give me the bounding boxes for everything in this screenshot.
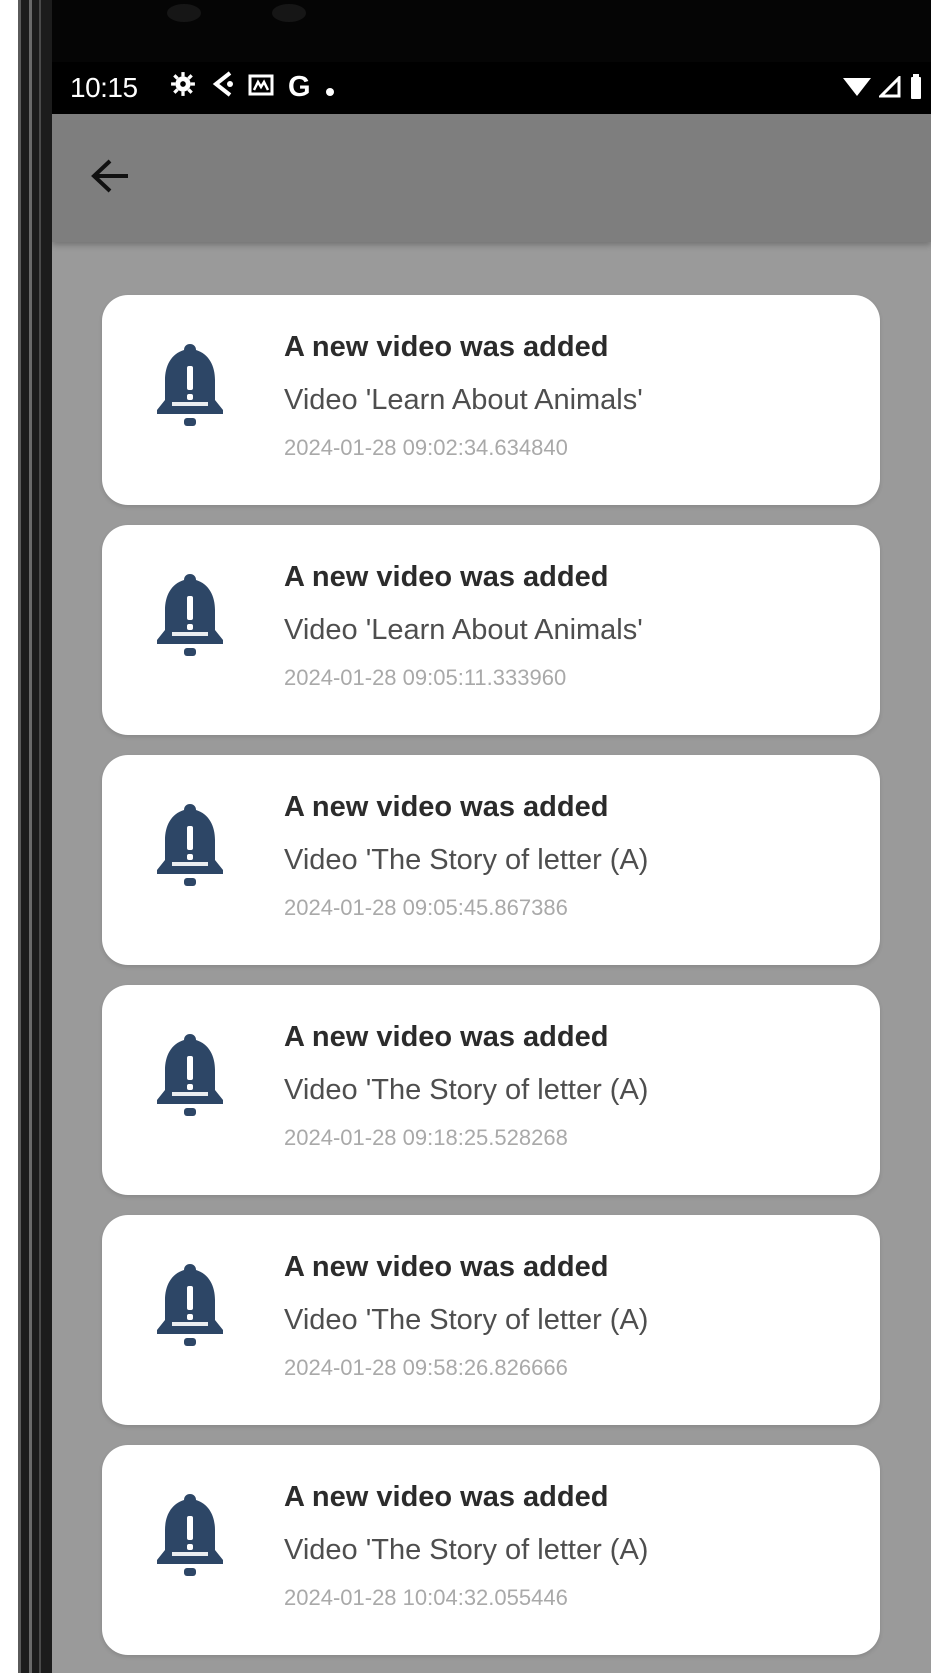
camera-lens — [167, 4, 201, 22]
notification-timestamp: 2024-01-28 09:02:34.634840 — [284, 435, 568, 460]
wifi-icon — [843, 76, 871, 103]
status-icons-right — [843, 74, 923, 105]
signal-icon — [877, 74, 901, 103]
bell-icon — [154, 1260, 226, 1352]
device-bezel — [18, 0, 55, 1673]
share-icon — [210, 70, 234, 105]
notification-subtitle: Video 'The Story of letter (A) — [284, 1074, 649, 1106]
notification-card[interactable]: A new video was added Video 'The Story o… — [102, 1445, 880, 1655]
back-button[interactable] — [86, 154, 134, 202]
notification-timestamp: 2024-01-28 09:05:45.867386 — [284, 895, 568, 920]
notification-timestamp: 2024-01-28 09:58:26.826666 — [284, 1355, 568, 1380]
status-bar: 10:15 G — [52, 62, 931, 114]
arrow-back-icon — [90, 158, 130, 199]
screenshot-frame: 10:15 G A new video was added Video 'Lea… — [0, 0, 931, 1673]
notification-card[interactable]: A new video was added Video 'The Story o… — [102, 1215, 880, 1425]
notification-title: A new video was added — [284, 1251, 609, 1283]
notification-timestamp: 2024-01-28 10:04:32.055446 — [284, 1585, 568, 1610]
bell-icon — [154, 1030, 226, 1122]
notification-card[interactable]: A new video was added Video 'Learn About… — [102, 295, 880, 505]
notification-timestamp: 2024-01-28 09:18:25.528268 — [284, 1125, 568, 1150]
notification-title: A new video was added — [284, 791, 609, 823]
bell-icon — [154, 340, 226, 432]
bell-icon — [154, 800, 226, 892]
bell-icon — [154, 1490, 226, 1582]
dot-icon — [325, 72, 335, 104]
notification-subtitle: Video 'Learn About Animals' — [284, 384, 643, 416]
notification-title: A new video was added — [284, 1021, 609, 1053]
status-time: 10:15 — [70, 72, 138, 103]
camera-lens — [272, 4, 306, 22]
status-icons-left: G — [170, 70, 335, 105]
google-icon: G — [288, 71, 311, 103]
settings-icon — [170, 71, 196, 104]
app-bar — [52, 114, 931, 242]
notification-subtitle: Video 'Learn About Animals' — [284, 614, 643, 646]
notification-title: A new video was added — [284, 1481, 609, 1513]
notification-timestamp: 2024-01-28 09:05:11.333960 — [284, 665, 567, 690]
notification-title: A new video was added — [284, 561, 609, 593]
notification-subtitle: Video 'The Story of letter (A) — [284, 844, 649, 876]
phone-screen: 10:15 G A new video was added Video 'Lea… — [52, 0, 931, 1673]
bell-icon — [154, 570, 226, 662]
notification-subtitle: Video 'The Story of letter (A) — [284, 1534, 649, 1566]
notification-card[interactable]: A new video was added Video 'The Story o… — [102, 985, 880, 1195]
camera-strip — [52, 0, 931, 62]
notification-card[interactable]: A new video was added Video 'Learn About… — [102, 525, 880, 735]
battery-icon — [909, 74, 923, 105]
notifications-list: A new video was added Video 'Learn About… — [102, 295, 880, 1673]
notification-title: A new video was added — [284, 331, 609, 363]
notification-card[interactable]: A new video was added Video 'The Story o… — [102, 755, 880, 965]
cast-icon — [248, 72, 274, 104]
notification-subtitle: Video 'The Story of letter (A) — [284, 1304, 649, 1336]
